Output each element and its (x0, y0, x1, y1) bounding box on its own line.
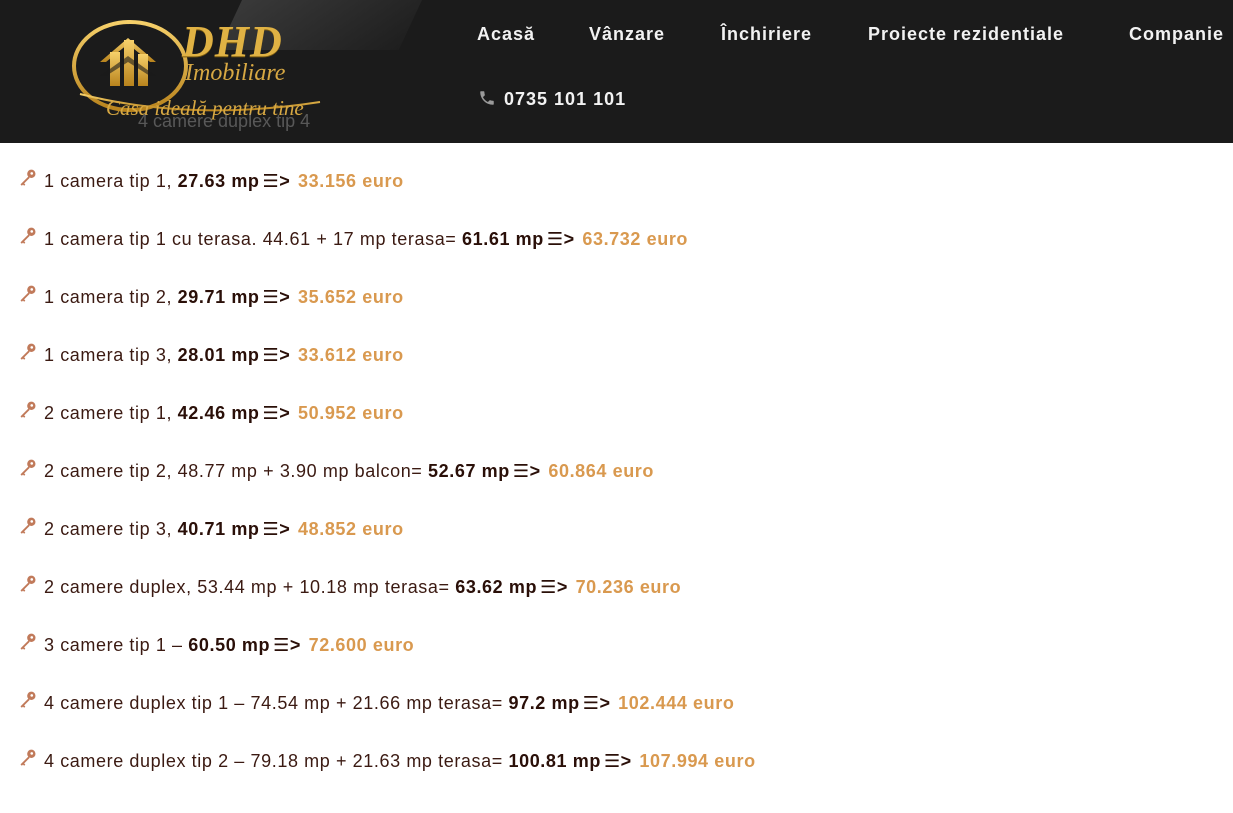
list-item-arrow: ☰> (582, 693, 611, 713)
list-item-arrow: ☰> (273, 635, 301, 655)
list-item: 1 camera tip 3, 28.01 mp ☰> 33.612 euro (18, 342, 404, 372)
list-item-price: 107.994 euro (639, 751, 756, 771)
list-item-price: 50.952 euro (298, 403, 404, 423)
list-item: 4 camere duplex tip 2 – 79.18 mp + 21.63… (18, 748, 756, 778)
list-item: 2 camere tip 3, 40.71 mp ☰> 48.852 euro (18, 516, 404, 546)
list-item-area: 40.71 mp (177, 519, 260, 539)
list-item-description: 1 camera tip 1, (44, 171, 178, 191)
list-item-price: 33.156 euro (298, 171, 404, 191)
list-item-description: 2 camere tip 2, 48.77 mp + 3.90 mp balco… (44, 461, 429, 481)
list-item-arrow: ☰> (262, 403, 291, 423)
key-icon (18, 227, 44, 249)
list-item: 1 camera tip 1 cu terasa. 44.61 + 17 mp … (18, 226, 688, 256)
key-icon (18, 575, 44, 597)
key-icon (18, 343, 44, 365)
list-item-price: 63.732 euro (582, 229, 689, 249)
list-item-area: 63.62 mp (455, 577, 538, 597)
list-item-arrow: ☰> (262, 171, 291, 191)
nav-item-companie[interactable]: Companie (1129, 24, 1224, 45)
list-item-description: 2 camere duplex, 53.44 mp + 10.18 mp ter… (44, 577, 456, 597)
list-item: 3 camere tip 1 – 60.50 mp ☰> 72.600 euro (18, 632, 414, 662)
list-item-area: 28.01 mp (177, 345, 260, 365)
key-icon (18, 749, 44, 771)
nav-item-inchiriere[interactable]: Închiriere (721, 24, 812, 45)
phone-link[interactable]: 0735 101 101 (478, 89, 626, 110)
list-item: 4 camere duplex tip 1 – 74.54 mp + 21.66… (18, 690, 734, 720)
list-item-price: 72.600 euro (308, 635, 415, 655)
list-item-area: 52.67 mp (428, 461, 510, 481)
key-icon (18, 401, 44, 423)
list-item-area: 100.81 mp (508, 751, 601, 771)
list-item-description: 4 camere duplex tip 2 – 79.18 mp + 21.63… (44, 751, 509, 771)
logo-subtitle: Imobiliare (185, 60, 286, 86)
key-icon (18, 285, 44, 307)
list-item-description: 3 camere tip 1 – (44, 635, 189, 655)
list-item-price: 33.612 euro (298, 345, 404, 365)
key-icon (18, 169, 44, 191)
phone-number: 0735 101 101 (504, 89, 627, 109)
list-item-arrow: ☰> (512, 461, 541, 481)
key-icon (18, 459, 44, 481)
list-item-price: 102.444 euro (618, 693, 735, 713)
list-item-area: 97.2 mp (508, 693, 580, 713)
nav-item-acasa[interactable]: Acasă (477, 24, 535, 45)
list-item-price: 35.652 euro (298, 287, 404, 307)
list-item-area: 60.50 mp (188, 635, 271, 655)
nav-item-proiecte-rezidentiale[interactable]: Proiecte rezidentiale (868, 24, 1064, 45)
list-item: 1 camera tip 1, 27.63 mp ☰> 33.156 euro (18, 168, 404, 198)
list-item: 2 camere duplex, 53.44 mp + 10.18 mp ter… (18, 574, 681, 604)
list-item-price: 70.236 euro (575, 577, 682, 597)
list-item: 1 camera tip 2, 29.71 mp ☰> 35.652 euro (18, 284, 404, 314)
list-item-area: 29.71 mp (177, 287, 260, 307)
list-item-arrow: ☰> (540, 577, 568, 597)
list-item-area: 27.63 mp (177, 171, 260, 191)
list-item-description: 1 camera tip 3, (44, 345, 178, 365)
list-item: 2 camere tip 2, 48.77 mp + 3.90 mp balco… (18, 458, 654, 488)
list-item: 2 camere tip 1, 42.46 mp ☰> 50.952 euro (18, 400, 404, 430)
list-item-area: 61.61 mp (462, 229, 544, 249)
list-item-description: 2 camere tip 3, (44, 519, 178, 539)
list-item-description: 2 camere tip 1, (44, 403, 178, 423)
phone-icon (480, 91, 494, 105)
list-item-description: 4 camere duplex tip 1 – 74.54 mp + 21.66… (44, 693, 509, 713)
background-ghost-text: 4 camere duplex tip 4 (138, 111, 311, 131)
key-icon (18, 691, 44, 713)
list-item-arrow: ☰> (603, 751, 632, 771)
list-item-price: 60.864 euro (548, 461, 655, 481)
list-item-description: 1 camera tip 2, (44, 287, 178, 307)
key-icon (18, 633, 44, 655)
list-item-arrow: ☰> (546, 229, 575, 249)
key-icon (18, 517, 44, 539)
list-item-arrow: ☰> (262, 287, 291, 307)
list-item-price: 48.852 euro (298, 519, 404, 539)
list-item-description: 1 camera tip 1 cu terasa. 44.61 + 17 mp … (44, 229, 463, 249)
list-item-arrow: ☰> (262, 519, 291, 539)
site-header: DHD Imobiliare Casa ideală pentru tine 4… (0, 0, 1233, 143)
nav-item-vanzare[interactable]: Vânzare (589, 24, 665, 45)
list-item-arrow: ☰> (262, 345, 291, 365)
list-item-area: 42.46 mp (177, 403, 260, 423)
